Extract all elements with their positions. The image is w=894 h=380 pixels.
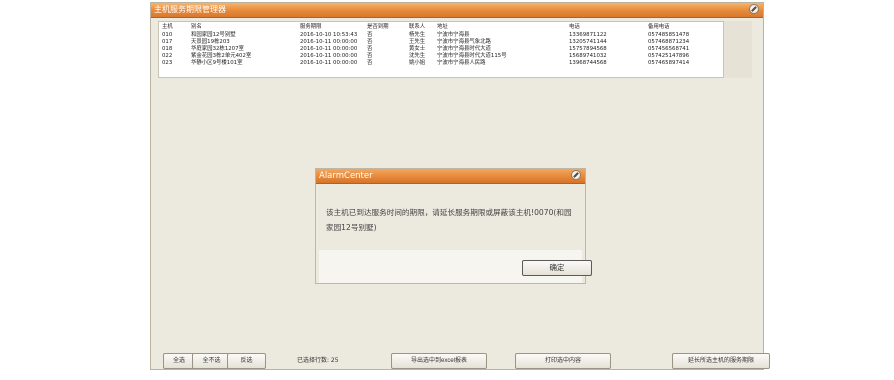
column-header-expired[interactable]: 是否到期 [367,24,389,31]
cell-phone: 15689741032 [569,53,607,59]
ok-button[interactable]: 确定 [522,260,592,276]
cell-service-period: 2016-10-10 10:53:43 [300,32,358,38]
column-header-service-period[interactable]: 服务期限 [300,24,322,31]
cell-expired: 否 [367,53,373,59]
column-header-phone[interactable]: 电话 [569,24,580,31]
cell-address: 宁波市宁海县 [437,32,470,38]
cell-phone: 13369871122 [569,32,607,38]
alarm-dialog: AlarmCenter 该主机已到达服务时间的期限，请延长服务期限或屏蔽该主机!… [315,168,592,284]
cell-address: 宁波市宁海县气象北路 [437,39,491,45]
window-title-bar[interactable]: 主机服务期限管理器 [151,3,763,18]
cell-contact: 黄女士 [409,46,426,52]
cell-service-period: 2016-10-11 00:00:00 [300,46,358,52]
cell-expired: 否 [367,39,373,45]
cell-address: 宁波市宁海县时代大道115号 [437,53,507,59]
cell-backup-phone: 057425147896 [648,53,690,59]
table-row[interactable]: 018 华庭家园32栋1207室 2016-10-11 00:00:00 否 黄… [159,46,723,53]
cell-host: 017 [162,39,173,45]
column-header-alias[interactable]: 别名 [191,24,202,31]
print-selected-button[interactable]: 打印选中内容 [515,353,611,369]
column-header-host[interactable]: 主机 [162,24,173,31]
dialog-message: 该主机已到达服务时间的期限，请延长服务期限或屏蔽该主机!0070(和园家园12号… [326,208,572,232]
export-excel-button[interactable]: 导出选中到excel报表 [391,353,487,369]
cell-backup-phone: 057485851478 [648,32,690,38]
cell-backup-phone: 057468871234 [648,39,690,45]
cell-address: 宁波市宁海县时代大道 [437,46,491,52]
cell-host: 018 [162,46,173,52]
cell-phone: 13205741144 [569,39,607,45]
extend-service-button[interactable]: 延长所选主机的服务期限 [672,353,770,369]
window-close-icon[interactable] [749,4,759,14]
table-scroll-area[interactable] [724,21,752,78]
cell-contact: 杨先生 [409,32,426,38]
table-row[interactable]: 023 华静小区9号楼101室 2016-10-11 00:00:00 否 姚小… [159,60,723,67]
column-header-address[interactable]: 地址 [437,24,448,31]
dialog-close-icon[interactable] [571,170,581,180]
cell-contact: 王先生 [409,39,426,45]
table-row[interactable]: 017 天景园19栋203 2016-10-11 00:00:00 否 王先生 … [159,39,723,46]
cell-alias: 华庭家园32栋1207室 [191,46,244,52]
cell-contact: 沈先生 [409,53,426,59]
cell-alias: 华静小区9号楼101室 [191,60,243,66]
cell-host: 010 [162,32,173,38]
column-header-contact[interactable]: 联系人 [409,24,425,31]
cell-phone: 13968744568 [569,60,607,66]
dialog-title: AlarmCenter [319,171,373,181]
cell-alias: 紫金花园3栋2单元402室 [191,53,252,59]
cell-service-period: 2016-10-11 00:00:00 [300,60,358,66]
invert-selection-button[interactable]: 反选 [227,353,266,369]
cell-alias: 天景园19栋203 [191,39,230,45]
column-header-backup-phone[interactable]: 备用电话 [648,24,670,31]
cell-address: 宁波市宁海县人民路 [437,60,486,66]
table-header: 主机 别名 服务期限 是否到期 联系人 地址 电话 备用电话 [159,24,723,31]
cell-service-period: 2016-10-11 00:00:00 [300,39,358,45]
cell-service-period: 2016-10-11 00:00:00 [300,53,358,59]
dialog-title-bar[interactable]: AlarmCenter [316,169,585,184]
cell-backup-phone: 057465897414 [648,60,690,66]
selected-row-count: 已选择行数: 25 [297,357,339,364]
cell-expired: 否 [367,46,373,52]
cell-contact: 姚小姐 [409,60,426,66]
select-none-button[interactable]: 全不选 [192,353,231,369]
host-table: 主机 别名 服务期限 是否到期 联系人 地址 电话 备用电话 010 和园家园1… [158,21,724,78]
cell-expired: 否 [367,32,373,38]
cell-phone: 15757894568 [569,46,607,52]
cell-alias: 和园家园12号别墅 [191,32,236,38]
window-title: 主机服务期限管理器 [154,5,226,14]
table-row[interactable]: 010 和园家园12号别墅 2016-10-10 10:53:43 否 杨先生 … [159,32,723,39]
cell-expired: 否 [367,60,373,66]
cell-backup-phone: 057456568741 [648,46,690,52]
cell-host: 023 [162,60,173,66]
dialog-button-area: 确定 [319,250,592,283]
cell-host: 022 [162,53,173,59]
table-row[interactable]: 022 紫金花园3栋2单元402室 2016-10-11 00:00:00 否 … [159,53,723,60]
select-all-button[interactable]: 全选 [163,353,195,369]
